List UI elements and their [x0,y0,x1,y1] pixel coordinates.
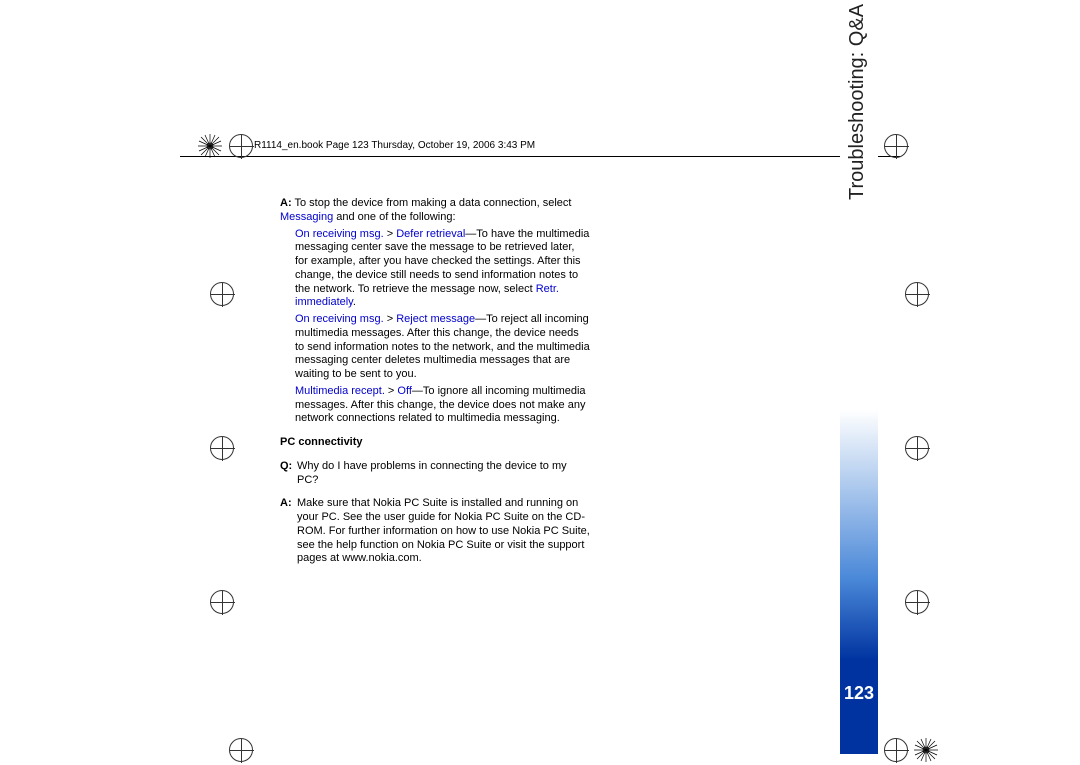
sep: > [384,228,397,240]
registration-mark-icon [905,436,929,460]
link-on-receiving-msg-2: On receiving msg. [295,313,384,325]
registration-mark-icon [905,590,929,614]
qa-question-block: Q: Why do I have problems in connecting … [280,460,590,488]
option-defer-retrieval: On receiving msg. > Defer retrieval—To h… [280,228,590,311]
registration-mark-icon [210,436,234,460]
page-header-text: R1114_en.book Page 123 Thursday, October… [254,140,535,151]
a-intro-tail: and one of the following: [333,211,455,223]
a-prefix-2: A: [280,497,297,566]
registration-mark-icon [210,282,234,306]
link-off: Off [397,385,411,397]
side-chapter-title: Troubleshooting: Q&A [846,4,869,200]
sunburst-icon [914,738,938,762]
link-on-receiving-msg: On receiving msg. [295,228,384,240]
registration-mark-icon [905,282,929,306]
a-text-2: Make sure that Nokia PC Suite is install… [297,497,590,566]
registration-mark-icon [229,738,253,762]
registration-mark-icon [884,134,908,158]
a-intro-text: To stop the device from making a data co… [292,197,572,209]
header-rule [180,156,900,157]
question-row: Q: Why do I have problems in connecting … [280,460,590,488]
link-defer-retrieval: Defer retrieval [396,228,465,240]
qa-answer-block: A: Make sure that Nokia PC Suite is inst… [280,497,590,566]
q-prefix: Q: [280,460,297,488]
answer-intro: A: To stop the device from making a data… [280,197,590,225]
option-multimedia-recept-off: Multimedia recept. > Off—To ignore all i… [280,385,590,426]
q-text: Why do I have problems in connecting the… [297,460,590,488]
page-number: 123 [840,683,878,704]
sep: > [384,313,397,325]
heading-pc-connectivity: PC connectivity [280,436,590,450]
registration-mark-icon [229,134,253,158]
sep: > [385,385,398,397]
option-reject-message: On receiving msg. > Reject message—To re… [280,313,590,382]
registration-mark-icon [884,738,908,762]
sunburst-icon [198,134,222,158]
a-prefix: A: [280,197,292,209]
side-tab-gradient [840,128,878,754]
opt1-period: . [353,296,356,308]
link-messaging: Messaging [280,211,333,223]
link-multimedia-recept: Multimedia recept. [295,385,385,397]
registration-mark-icon [210,590,234,614]
link-reject-message: Reject message [396,313,475,325]
body-text-column: A: To stop the device from making a data… [280,197,590,566]
answer-row: A: Make sure that Nokia PC Suite is inst… [280,497,590,566]
